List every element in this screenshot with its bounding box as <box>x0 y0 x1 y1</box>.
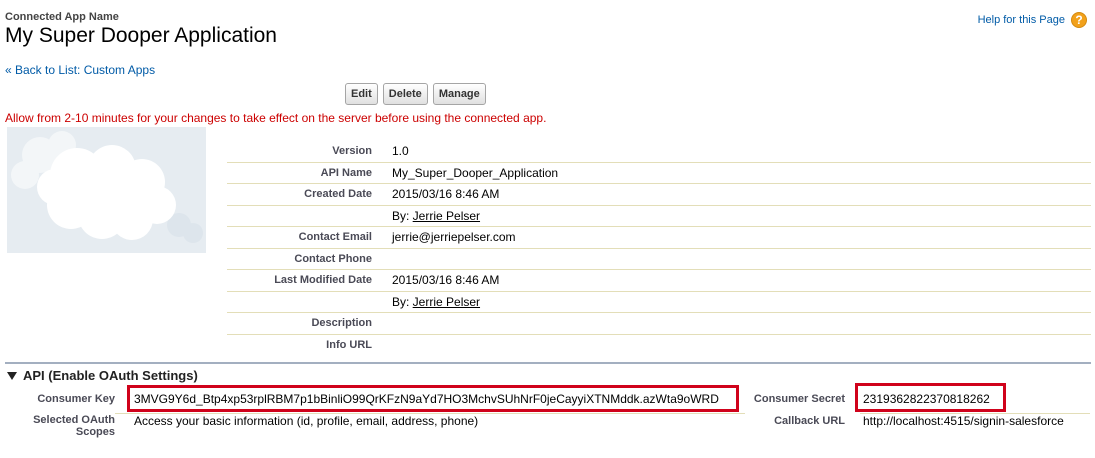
edit-button[interactable]: Edit <box>345 83 378 105</box>
callback-url-label: Callback URL <box>774 415 845 427</box>
detail-row-contact-email: Contact Email jerrie@jerriepelser.com <box>227 227 1091 249</box>
selected-scopes-label-line1: Selected OAuth <box>33 414 115 426</box>
section-divider <box>5 362 1091 364</box>
api-name-value: My_Super_Dooper_Application <box>392 165 559 180</box>
record-type-label: Connected App Name <box>5 11 119 23</box>
button-bar: Edit Delete Manage <box>345 83 486 105</box>
created-date-value: 2015/03/16 8:46 AM <box>392 187 500 201</box>
created-by-user-link[interactable]: Jerrie Pelser <box>413 209 480 223</box>
page-title: My Super Dooper Application <box>5 24 277 47</box>
propagation-warning: Allow from 2-10 minutes for your changes… <box>5 111 547 125</box>
contact-email-label: Contact Email <box>298 231 372 243</box>
detail-row-modified-by: By: Jerrie Pelser <box>227 292 1091 313</box>
created-date-label: Created Date <box>304 188 372 200</box>
consumer-secret-value: 2319362822370818262 <box>863 392 990 406</box>
created-by: By: Jerrie Pelser <box>392 209 480 223</box>
callback-url-value: http://localhost:4515/signin-salesforce <box>863 414 1064 428</box>
app-logo <box>7 127 206 253</box>
detail-row-version: Version 1.0 <box>227 141 1091 163</box>
salesforce-cloud-placeholder-icon <box>7 127 206 253</box>
modified-by-user-link[interactable]: Jerrie Pelser <box>413 295 480 309</box>
help-icon[interactable]: ? <box>1071 12 1087 28</box>
contact-email-value: jerrie@jerriepelser.com <box>392 230 516 244</box>
detail-row-last-modified-date: Last Modified Date 2015/03/16 8:46 AM <box>227 270 1091 292</box>
selected-scopes-label-line2: Scopes <box>75 426 115 438</box>
detail-row-created-date: Created Date 2015/03/16 8:46 AM <box>227 184 1091 206</box>
version-label: Version <box>332 145 372 157</box>
api-section-header[interactable]: API (Enable OAuth Settings) <box>7 368 198 383</box>
selected-scopes-label: Selected OAuth Scopes <box>5 414 115 438</box>
manage-button[interactable]: Manage <box>432 83 486 105</box>
consumer-key-label: Consumer Key <box>37 393 115 405</box>
modified-by-prefix: By: <box>392 294 413 309</box>
help-link[interactable]: Help for this Page <box>978 14 1065 26</box>
detail-row-created-by: By: Jerrie Pelser <box>227 206 1091 227</box>
detail-row-info-url: Info URL <box>227 335 1091 356</box>
consumer-secret-label: Consumer Secret <box>753 393 845 405</box>
detail-row-contact-phone: Contact Phone <box>227 249 1091 270</box>
selected-scopes-value: Access your basic information (id, profi… <box>134 414 479 428</box>
detail-row-description: Description <box>227 313 1091 335</box>
last-modified-date-value: 2015/03/16 8:46 AM <box>392 273 500 287</box>
modified-by: By: Jerrie Pelser <box>392 295 480 309</box>
description-label: Description <box>311 317 372 329</box>
consumer-key-value: 3MVG9Y6d_Btp4xp53rplRBM7p1bBinliO99QrKFz… <box>134 392 719 406</box>
delete-button[interactable]: Delete <box>382 83 428 105</box>
api-section-title: API (Enable OAuth Settings) <box>23 368 198 383</box>
contact-phone-label: Contact Phone <box>294 252 372 265</box>
help-link-group[interactable]: Help for this Page ? <box>978 12 1087 28</box>
detail-table: Version 1.0 API Name My_Super_Dooper_App… <box>227 141 1091 355</box>
info-url-label: Info URL <box>326 338 372 351</box>
version-value: 1.0 <box>392 144 409 158</box>
api-name-label: API Name <box>320 166 372 179</box>
last-modified-date-label: Last Modified Date <box>274 274 372 286</box>
back-to-list-link[interactable]: « Back to List: Custom Apps <box>5 63 155 77</box>
collapse-triangle-icon[interactable] <box>7 371 17 380</box>
created-by-prefix: By: <box>392 208 413 223</box>
detail-row-api-name: API Name My_Super_Dooper_Application <box>227 163 1091 184</box>
